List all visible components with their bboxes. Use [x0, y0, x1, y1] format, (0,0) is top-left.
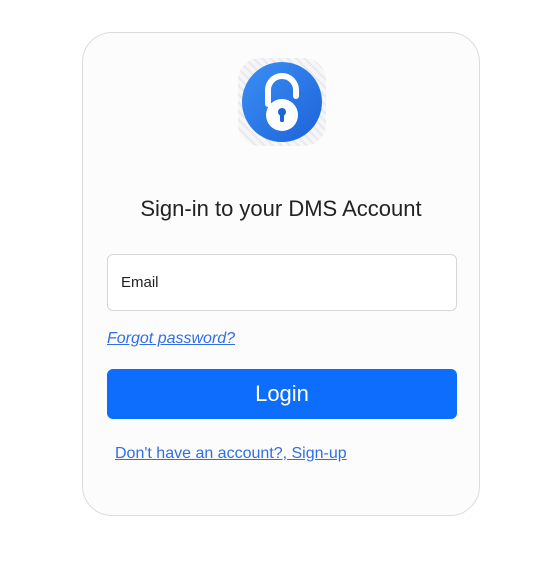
email-field[interactable] [107, 254, 457, 311]
padlock-icon [238, 58, 326, 146]
signup-link[interactable]: Don't have an account?, Sign-up [115, 445, 347, 463]
login-button[interactable]: Login [107, 369, 457, 419]
forgot-password-link[interactable]: Forgot password? [107, 330, 235, 348]
login-card: Sign-in to your DMS Account Forgot passw… [82, 32, 480, 516]
page-title: Sign-in to your DMS Account [140, 196, 422, 221]
